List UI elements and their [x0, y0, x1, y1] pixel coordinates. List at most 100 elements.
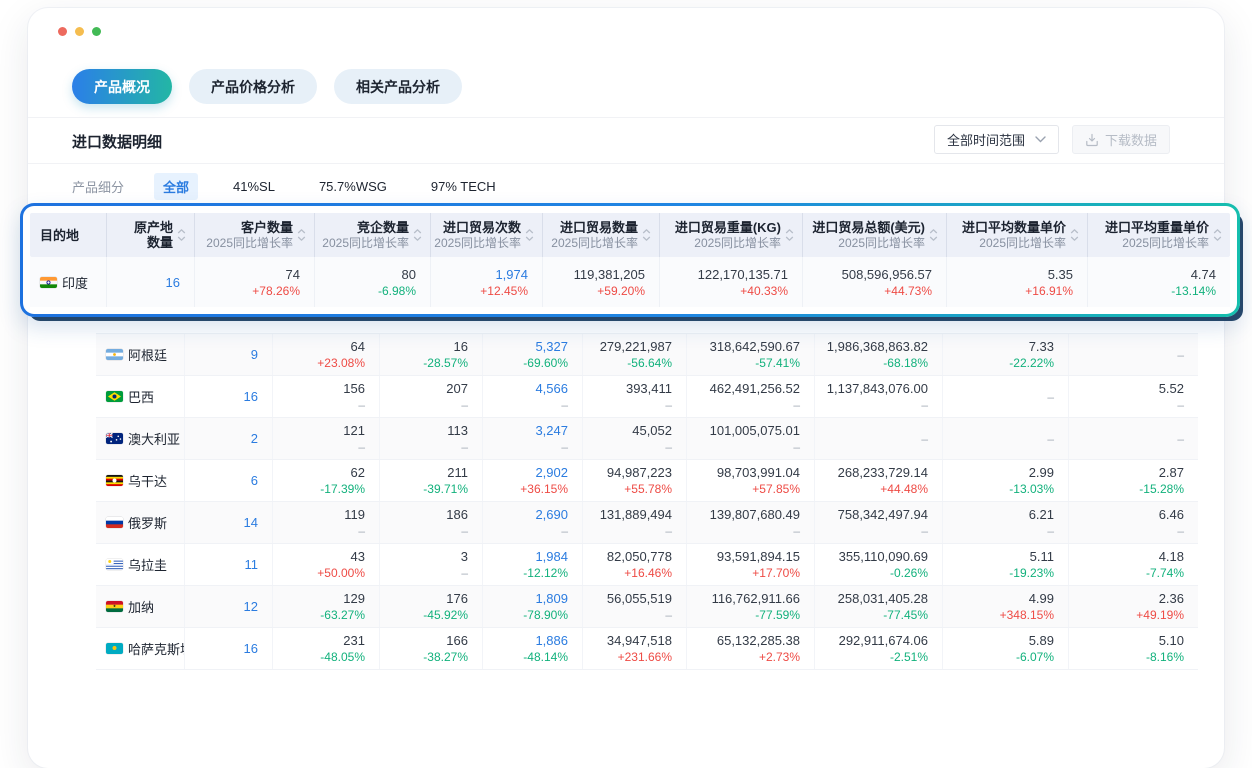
cell-avg-weight-price: 6.46– [1069, 502, 1198, 543]
cell-origin-count: 16 [185, 628, 273, 669]
time-range-value: 全部时间范围 [947, 130, 1025, 149]
sort-icon[interactable] [1213, 228, 1222, 242]
sort-icon[interactable] [177, 228, 186, 242]
column-header-text: 进口平均数量单价2025同比增长率 [962, 220, 1066, 251]
import-data-table-body: 阿根廷964+23.08%16-28.57%5,327-69.60%279,22… [96, 333, 1198, 670]
change-value: +44.48% [880, 481, 928, 497]
tab-1[interactable]: 产品概况 [72, 69, 172, 104]
sort-icon[interactable] [929, 228, 938, 242]
sort-icon[interactable] [297, 228, 306, 242]
table-row[interactable]: 哈萨克斯坦16231-48.05%166-38.27%1,886-48.14%3… [96, 628, 1198, 670]
tab-3[interactable]: 相关产品分析 [334, 69, 462, 104]
country-name: 澳大利亚 [128, 429, 180, 448]
cell-trade-amount-usd: 355,110,090.69-0.26% [815, 544, 943, 585]
cell-competitor-count: 211-39.71% [380, 460, 483, 501]
origin-count-value: 16 [166, 275, 180, 290]
filter-option-2[interactable]: 41%SL [224, 175, 284, 198]
cell-trade-quantity: 34,947,518+231.66% [583, 628, 687, 669]
origin-count-value: 12 [244, 599, 258, 614]
change-value: – [921, 523, 928, 539]
column-header-trade-quantity[interactable]: 进口贸易数量2025同比增长率 [543, 213, 660, 257]
cell-avg-quantity-price: 4.99+348.15% [943, 586, 1069, 627]
country-name: 乌拉圭 [128, 555, 167, 574]
column-header-text: 客户数量2025同比增长率 [206, 220, 293, 251]
change-value: +50.00% [317, 565, 365, 581]
change-value: -78.90% [523, 607, 568, 623]
country-name: 俄罗斯 [128, 513, 167, 532]
change-value: -48.05% [320, 649, 365, 665]
cell-origin-count: 14 [185, 502, 273, 543]
sort-icon[interactable] [525, 228, 534, 242]
change-value: – [793, 439, 800, 455]
table-row[interactable]: 乌干达662-17.39%211-39.71%2,902+36.15%94,98… [96, 460, 1198, 502]
value: 122,170,135.71 [698, 266, 788, 283]
table-row[interactable]: 印度1674+78.26%80-6.98%1,974+12.45%119,381… [30, 257, 1230, 307]
sort-icon[interactable] [785, 228, 794, 242]
origin-count-value: 16 [244, 641, 258, 656]
close-button[interactable] [58, 27, 67, 36]
change-value: -45.92% [423, 607, 468, 623]
cell-trade-amount-usd: 258,031,405.28-77.45% [815, 586, 943, 627]
table-row[interactable]: 乌拉圭1143+50.00%3–1,984-12.12%82,050,778+1… [96, 544, 1198, 586]
change-value: – [665, 397, 672, 413]
value: 2.36 [1159, 590, 1184, 607]
cell-avg-quantity-price: 2.99-13.03% [943, 460, 1069, 501]
cell-trade-amount-usd: 268,233,729.14+44.48% [815, 460, 943, 501]
filter-option-3[interactable]: 75.7%WSG [310, 175, 396, 198]
value: 2.87 [1159, 464, 1184, 481]
column-header-origin-count[interactable]: 原产地数量 [107, 213, 195, 257]
column-header-avg-weight-price[interactable]: 进口平均重量单价2025同比增长率 [1088, 213, 1230, 257]
sort-icon[interactable] [413, 228, 422, 242]
flag-icon-uy [106, 559, 123, 570]
cell-avg-quantity-price: 5.11-19.23% [943, 544, 1069, 585]
minimize-button[interactable] [75, 27, 84, 36]
time-range-select[interactable]: 全部时间范围 [934, 125, 1059, 154]
value: 43 [351, 548, 365, 565]
value: 508,596,956.57 [842, 266, 932, 283]
change-value: – [461, 439, 468, 455]
table-row[interactable]: 俄罗斯14119–186–2,690–131,889,494–139,807,6… [96, 502, 1198, 544]
column-header-competitor-count[interactable]: 竞企数量2025同比增长率 [315, 213, 431, 257]
table-header-row: 目的地 原产地数量客户数量2025同比增长率竞企数量2025同比增长率进口贸易次数… [30, 213, 1230, 257]
table-row[interactable]: 加纳12129-63.27%176-45.92%1,809-78.90%56,0… [96, 586, 1198, 628]
download-button[interactable]: 下载数据 [1072, 125, 1170, 154]
filter-option-1[interactable]: 全部 [154, 173, 198, 200]
column-header-trade-weight-kg[interactable]: 进口贸易重量(KG)2025同比增长率 [660, 213, 803, 257]
value: 2,690 [535, 506, 568, 523]
section-controls: 全部时间范围 下载数据 [934, 125, 1170, 154]
cell-trade-weight-kg: 139,807,680.49– [687, 502, 815, 543]
cell-customer-count: 119– [273, 502, 380, 543]
cell-trade-weight-kg: 93,591,894.15+17.70% [687, 544, 815, 585]
cell-avg-quantity-price: – [943, 418, 1069, 459]
column-header-avg-quantity-price[interactable]: 进口平均数量单价2025同比增长率 [947, 213, 1088, 257]
change-value: +36.15% [520, 481, 568, 497]
column-subtitle: 2025同比增长率 [551, 236, 638, 251]
value: 16 [454, 338, 468, 355]
table-row[interactable]: 澳大利亚2121–113–3,247–45,052–101,005,075.01… [96, 418, 1198, 460]
change-value: – [561, 439, 568, 455]
value: 4.74 [1191, 266, 1216, 283]
column-header-customer-count[interactable]: 客户数量2025同比增长率 [195, 213, 315, 257]
table-row[interactable]: 巴西16156–207–4,566–393,411–462,491,256.52… [96, 376, 1198, 418]
column-header-text: 目的地 [40, 228, 79, 243]
table-row[interactable]: 阿根廷964+23.08%16-28.57%5,327-69.60%279,22… [96, 334, 1198, 376]
change-value: -7.74% [1146, 565, 1184, 581]
cell-trade-amount-usd: 292,911,674.06-2.51% [815, 628, 943, 669]
app-window: 产品概况产品价格分析相关产品分析 进口数据明细 全部时间范围 下载数据 产品细分… [28, 8, 1224, 768]
column-header-trade-amount-usd[interactable]: 进口贸易总额(美元)2025同比增长率 [803, 213, 947, 257]
column-header-trade-count[interactable]: 进口贸易次数2025同比增长率 [431, 213, 543, 257]
column-subtitle: 2025同比增长率 [322, 236, 409, 251]
maximize-button[interactable] [92, 27, 101, 36]
cell-trade-amount-usd: 508,596,956.57+44.73% [803, 257, 947, 307]
sort-icon[interactable] [642, 228, 651, 242]
change-value: +44.73% [884, 283, 932, 299]
cell-destination: 澳大利亚 [96, 418, 185, 459]
section-title: 进口数据明细 [72, 131, 162, 152]
column-title: 进口贸易次数 [434, 220, 521, 235]
tab-2[interactable]: 产品价格分析 [189, 69, 317, 104]
value: 113 [447, 422, 468, 439]
column-title: 进口贸易数量 [551, 220, 638, 235]
sort-icon[interactable] [1070, 228, 1079, 242]
filter-option-4[interactable]: 97% TECH [422, 175, 505, 198]
country-name: 哈萨克斯坦 [128, 639, 184, 658]
